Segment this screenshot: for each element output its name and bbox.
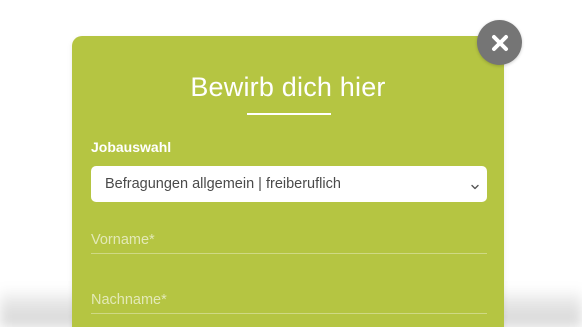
first-name-placeholder: Vorname* bbox=[91, 232, 155, 248]
application-modal: Bewirb dich hier Jobauswahl Befragungen … bbox=[72, 36, 504, 327]
job-select-label: Jobauswahl bbox=[91, 139, 172, 155]
page: Bewirb dich hier Jobauswahl Befragungen … bbox=[0, 0, 582, 327]
job-select[interactable]: Befragungen allgemein | freiberuflich bbox=[91, 166, 487, 202]
job-select-value: Befragungen allgemein | freiberuflich bbox=[105, 176, 341, 192]
chevron-down-icon bbox=[470, 179, 480, 190]
first-name-field[interactable]: Vorname* bbox=[91, 226, 487, 254]
title-underline bbox=[247, 113, 331, 115]
last-name-placeholder: Nachname* bbox=[91, 292, 167, 308]
close-icon bbox=[491, 34, 509, 52]
last-name-field[interactable]: Nachname* bbox=[91, 286, 487, 314]
close-button[interactable] bbox=[477, 20, 522, 65]
modal-title: Bewirb dich hier bbox=[190, 72, 386, 102]
